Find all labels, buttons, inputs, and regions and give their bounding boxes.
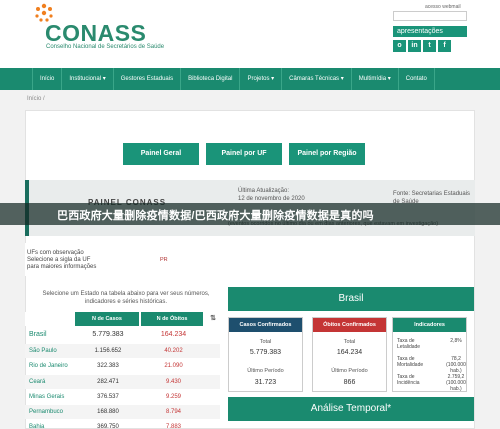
nav-item-institucional[interactable]: Institucional ▾ — [62, 68, 114, 90]
indicator-label: Taxa de Letalidade — [397, 338, 421, 350]
row-deaths: 8.794 — [165, 409, 181, 415]
header-blank — [25, 312, 75, 326]
row-deaths: 164.234 — [160, 331, 187, 338]
cases-last-label: Último Período — [247, 368, 284, 374]
webmail-input[interactable] — [393, 11, 467, 21]
cases-last-value: 31.723 — [254, 379, 277, 386]
uf-selected-value[interactable]: PR — [160, 257, 168, 263]
row-state: Rio de Janeiro — [29, 363, 68, 369]
row-cases: 282.471 — [97, 379, 119, 385]
logo-text[interactable]: CONASS — [45, 20, 146, 47]
cases-card-head: Casos Confirmados — [229, 318, 302, 332]
row-state: Brasil — [29, 331, 47, 338]
row-state: Minas Gerais — [29, 394, 65, 400]
row-deaths: 9.259 — [165, 394, 181, 400]
row-deaths: 9.430 — [165, 379, 181, 385]
deaths-total-label: Total — [343, 339, 356, 345]
uf-line-3: para maiores informações — [27, 264, 97, 270]
table-row[interactable]: Bahia 369.750 7.883 — [25, 420, 220, 429]
row-cases: 1.156.652 — [94, 348, 122, 354]
social-links: o in t f — [393, 40, 451, 52]
indicators-card: Indicadores Taxa de Letalidade 2,8% Taxa… — [392, 317, 467, 392]
nav-item-multimidia[interactable]: Multimídia ▾ — [352, 68, 399, 90]
instagram-icon[interactable]: o — [393, 40, 406, 52]
main-nav: Início Institucional ▾ Gestores Estaduai… — [0, 68, 500, 90]
uf-line-2: Selecione a sigla da UF — [27, 257, 91, 263]
table-row[interactable]: Brasil 5.779.383 164.234 — [25, 328, 220, 342]
tab-painel-geral[interactable]: Painel Geral — [123, 143, 199, 165]
table-row[interactable]: São Paulo 1.156.652 40.202 — [25, 344, 220, 358]
logo-subtitle: Conselho Nacional de Secretários de Saúd… — [46, 44, 165, 50]
nav-item-projetos[interactable]: Projetos ▾ — [240, 68, 283, 90]
row-deaths: 40.202 — [164, 348, 183, 354]
row-cases: 322.383 — [97, 363, 119, 369]
indicator-row: Taxa de Mortalidade 78,2 (100.000 hab.) — [397, 356, 467, 374]
indicator-value: 2,8% — [450, 338, 462, 344]
twitter-icon[interactable]: t — [423, 40, 436, 52]
table-row[interactable]: Rio de Janeiro 322.383 21.090 — [25, 359, 220, 373]
cases-total-value: 5.779.383 — [249, 349, 282, 356]
uf-observation-text: UFs com observação Selecione a sigla da … — [27, 250, 96, 271]
analise-temporal-title: Análise Temporal* — [228, 397, 474, 421]
deaths-card: Óbitos Confirmados Total 164.234 Último … — [312, 317, 387, 392]
row-state: Bahia — [29, 424, 45, 429]
brasil-section-title: Brasil — [228, 287, 474, 311]
indicator-label: Taxa de Mortalidade — [397, 356, 424, 368]
apresentacoes-button[interactable]: apresentações — [393, 26, 467, 37]
caption-text: 巴西政府大量删除疫情数据/巴西政府大量删除疫情数据是真的吗 — [57, 210, 374, 222]
row-cases: 369.750 — [97, 424, 119, 429]
nav-item-inicio[interactable]: Início — [32, 68, 63, 90]
sort-menu-icon[interactable]: ⇅ — [206, 312, 220, 326]
table-row[interactable]: Pernambuco 168.880 8.794 — [25, 405, 220, 419]
row-cases: 376.537 — [97, 394, 119, 400]
col-deaths-header[interactable]: N de Óbitos — [141, 312, 203, 326]
breadcrumb[interactable]: Início / — [27, 96, 45, 102]
table-row[interactable]: Ceará 282.471 9.430 — [25, 375, 220, 389]
tab-painel-uf[interactable]: Painel por UF — [206, 143, 282, 165]
indicator-row: Taxa de Incidência 2.759,2 (100.000 hab.… — [397, 374, 467, 392]
deaths-card-head: Óbitos Confirmados — [313, 318, 386, 332]
deaths-last-label: Último Período — [331, 368, 368, 374]
nav-item-camaras[interactable]: Câmaras Técnicas ▾ — [282, 68, 352, 90]
indicator-value: 78,2 (100.000 hab.) — [446, 356, 466, 374]
update-value: 12 de novembro de 2020 — [238, 196, 305, 202]
row-cases: 168.880 — [97, 409, 119, 415]
row-deaths: 21.090 — [164, 363, 183, 369]
state-table-header: N de Casos N de Óbitos ⇅ — [25, 312, 220, 326]
table-row[interactable]: Minas Gerais 376.537 9.259 — [25, 390, 220, 404]
indicator-row: Taxa de Letalidade 2,8% — [397, 338, 467, 350]
row-deaths: 7.883 — [165, 424, 181, 429]
col-cases-header[interactable]: N de Casos — [75, 312, 139, 326]
row-cases: 5.779.383 — [92, 331, 124, 338]
nav-item-biblioteca[interactable]: Biblioteca Digital — [181, 68, 241, 90]
linkedin-icon[interactable]: in — [408, 40, 421, 52]
indicators-head: Indicadores — [393, 318, 466, 332]
webmail-link[interactable]: acesso webmail — [425, 4, 461, 10]
indicator-value: 2.759,2 (100.000 hab.) — [446, 374, 466, 392]
indicator-label: Taxa de Incidência — [397, 374, 420, 386]
uf-line-1: UFs com observação — [27, 250, 84, 256]
row-state: São Paulo — [29, 348, 57, 354]
facebook-icon[interactable]: f — [438, 40, 451, 52]
row-state: Ceará — [29, 379, 46, 385]
update-label: Última Atualização: — [238, 188, 290, 194]
nav-item-gestores[interactable]: Gestores Estaduais — [114, 68, 182, 90]
cases-total-label: Total — [259, 339, 272, 345]
row-state: Pernambuco — [29, 409, 64, 415]
nav-item-contato[interactable]: Contato — [399, 68, 435, 90]
tab-painel-regiao[interactable]: Painel por Região — [289, 143, 365, 165]
deaths-last-value: 866 — [343, 379, 356, 386]
panel-tabs: Painel Geral Painel por UF Painel por Re… — [123, 143, 365, 165]
deaths-total-value: 164.234 — [336, 349, 363, 356]
select-state-note: Selecione um Estado na tabela abaixo par… — [42, 291, 210, 305]
cases-card: Casos Confirmados Total 5.779.383 Último… — [228, 317, 303, 392]
